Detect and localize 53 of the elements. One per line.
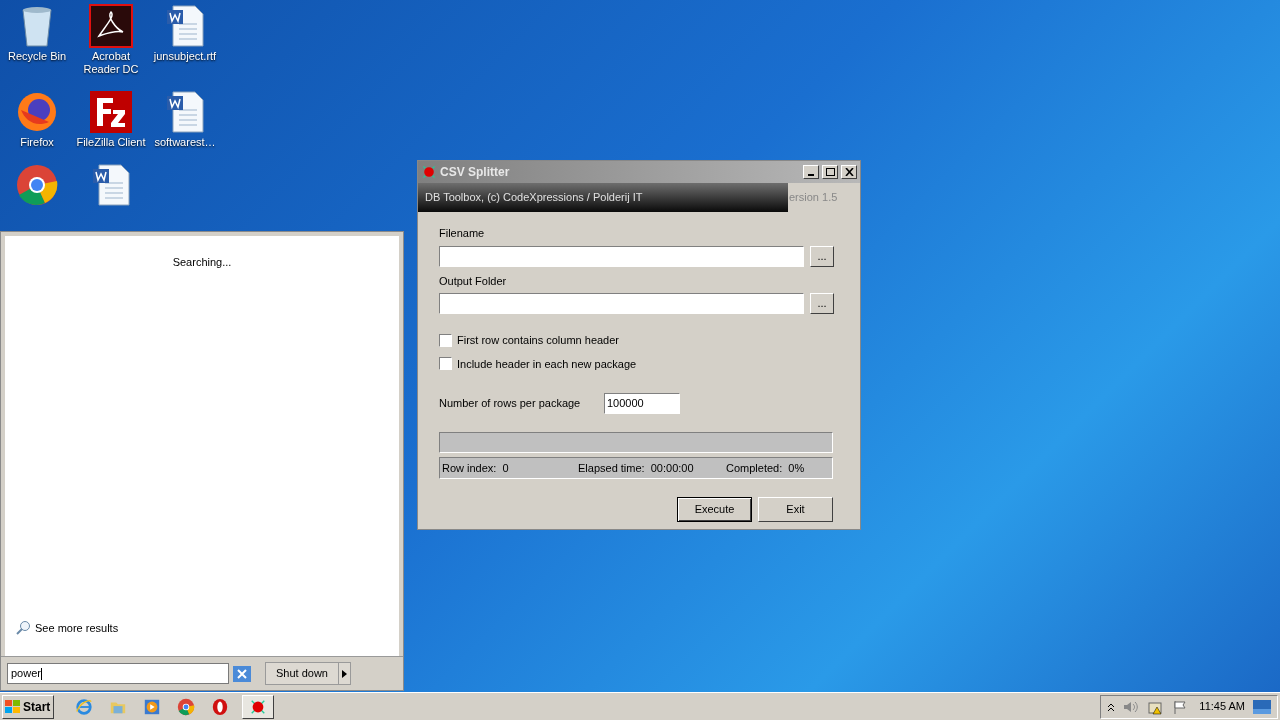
close-button[interactable] (841, 165, 857, 179)
checkbox-label: First row contains column header (457, 333, 619, 348)
path-field[interactable] (439, 293, 804, 314)
desktop-icon-label[interactable]: FileZilla Client (76, 136, 146, 149)
close-icon (844, 168, 854, 176)
browser-icon (177, 697, 195, 716)
checkbox-label: Include header in each new package (457, 356, 637, 372)
clear-icon[interactable] (233, 665, 251, 682)
desktop-icon-label[interactable]: Acrobat Reader DC (74, 50, 148, 76)
search-status: Searching... (172, 255, 232, 270)
see-more-results-link[interactable]: See more results (35, 619, 119, 636)
bug-icon (421, 164, 437, 180)
chevron-up-icon[interactable] (1107, 701, 1116, 712)
status-text: Completed: 0% (726, 460, 805, 476)
desktop-icon-label[interactable]: Firefox (20, 136, 54, 149)
desktop-icon-label[interactable]: Recycle Bin (7, 50, 67, 63)
banner-text: DB Toolbox, (c) CodeXpressions / Polderij IT (425, 190, 643, 206)
flag-icon[interactable] (1173, 699, 1188, 714)
ftp-app-icon (89, 90, 133, 134)
show-desktop-icon[interactable] (1253, 699, 1271, 714)
browser-icon (15, 163, 59, 207)
start-button[interactable]: Start (2, 694, 54, 719)
shut-down-button[interactable]: Shut down (265, 662, 339, 685)
window-title: CSV Splitter (440, 164, 511, 181)
clock[interactable]: 11:45 AM (1199, 698, 1245, 715)
status-text: Row index: 0 (442, 460, 510, 476)
taskbar-app-button[interactable] (242, 694, 274, 719)
search-icon (15, 619, 31, 636)
checkbox[interactable] (439, 357, 452, 371)
field-label: Output Folder (439, 273, 508, 289)
windows-logo-icon (5, 699, 21, 714)
browse-button[interactable]: ... (810, 245, 834, 267)
minimize-button[interactable] (803, 165, 819, 179)
rows-per-package-label: Number of rows per package (439, 396, 582, 412)
maximize-button[interactable] (822, 165, 838, 179)
checkbox[interactable] (439, 333, 452, 347)
rows-per-package-field[interactable]: 100000 (604, 393, 680, 414)
version-label: ersion 1.5 (789, 190, 838, 206)
field-label: Filename (439, 226, 486, 241)
desktop-icon-label[interactable]: junsubject.rtf (153, 50, 217, 63)
browser-icon (15, 90, 59, 134)
maximize-icon (825, 168, 835, 176)
speaker-icon[interactable] (1123, 699, 1140, 714)
execute-button[interactable]: Execute (677, 497, 752, 522)
pdf-app-icon (89, 4, 133, 48)
caret-icon (342, 669, 347, 678)
shut-down-options-button[interactable] (339, 662, 351, 685)
path-field[interactable] (439, 245, 804, 267)
search-field[interactable]: power (7, 663, 229, 684)
exit-button[interactable]: Exit (758, 497, 833, 522)
desktop-icon-label[interactable]: softwarest… (154, 136, 216, 149)
status-text: Elapsed time: 00:00:00 (578, 460, 695, 476)
browse-button[interactable]: ... (810, 293, 834, 314)
